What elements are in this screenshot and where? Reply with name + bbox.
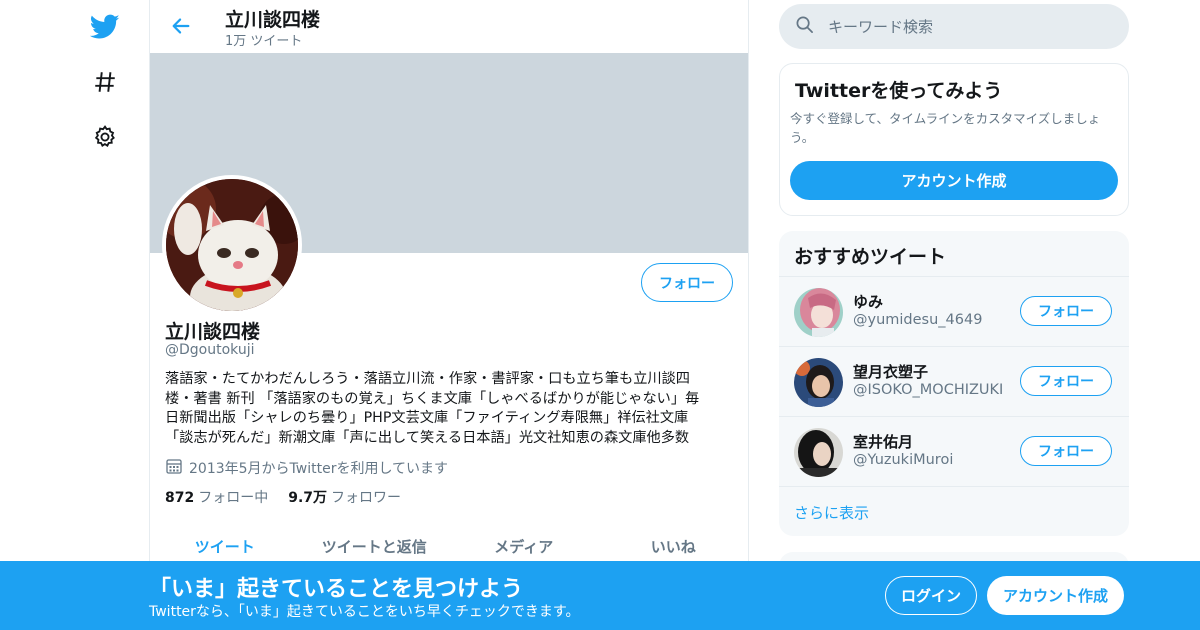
profile-stats: 872 フォロー中 9.7万 フォロワー	[165, 487, 401, 507]
bio-line: 楼・著書 新刊 「落語家のもの覚え」ちくま文庫「しゃべるばかりが能じゃない」毎	[165, 390, 700, 407]
search-icon	[795, 15, 814, 38]
profile-header: 立川談四楼 1万 ツイート	[150, 0, 748, 53]
recommended-user[interactable]: 望月衣塑子 @ISOKO_MOCHIZUKI フォロー	[779, 346, 1129, 416]
join-date: 2013年5月からTwitterを利用しています	[165, 457, 448, 479]
recommended-user[interactable]: ゆみ @yumidesu_4649 フォロー	[779, 276, 1129, 346]
recommended-card: おすすめツイート ゆみ @yumidesu_4649 フォロー 望月衣塑子 @I…	[779, 231, 1129, 536]
search-input[interactable]	[828, 17, 1118, 36]
prompt-title: 「いま」起きていることを見つけよう	[149, 577, 524, 602]
follow-button[interactable]: フォロー	[1020, 436, 1112, 466]
following-stat[interactable]: 872 フォロー中	[165, 487, 268, 507]
recommended-name: 望月衣塑子	[853, 363, 929, 381]
join-date-text: 2013年5月からTwitterを利用しています	[189, 461, 449, 477]
page-title: 立川談四楼	[225, 9, 321, 31]
followers-label: フォロワー	[331, 490, 402, 506]
following-label: フォロー中	[198, 490, 269, 506]
prompt-subtitle: Twitterなら、「いま」起きていることをいち早くチェックできます。	[149, 604, 580, 620]
show-more-link[interactable]: さらに表示	[779, 486, 1129, 536]
search-box	[779, 4, 1129, 49]
create-account-button[interactable]: アカウント作成	[790, 161, 1118, 200]
tweet-count: 1万 ツイート	[225, 34, 303, 49]
follow-button[interactable]: フォロー	[1020, 296, 1112, 326]
signup-prompt-bar: 「いま」起きていることを見つけよう Twitterなら、「いま」起きていることを…	[0, 561, 1200, 630]
back-arrow-icon[interactable]	[166, 11, 196, 41]
bio-line: 「談志が死んだ」新潮文庫「声に出して笑える日本語」光文社知恵の森文庫他多数	[165, 429, 690, 446]
calendar-icon	[165, 457, 183, 479]
recommended-title: おすすめツイート	[794, 246, 947, 268]
follow-button[interactable]: フォロー	[641, 263, 733, 302]
gear-icon[interactable]	[85, 117, 125, 157]
recommended-handle: @YuzukiMuroi	[853, 452, 954, 468]
recommended-handle: @ISOKO_MOCHIZUKI	[853, 382, 1004, 398]
profile-bio: 落語家・たてかわだんしろう・落語立川流・作家・書評家・口も立ち筆も立川談四 楼・…	[165, 370, 740, 448]
recommended-name: 室井佑月	[853, 433, 914, 451]
signup-description: 今すぐ登録して、タイムラインをカスタマイズしましょう。	[790, 111, 1101, 145]
signup-title: Twitterを使ってみよう	[795, 80, 1003, 102]
left-nav	[80, 0, 130, 630]
avatar[interactable]	[794, 358, 843, 407]
create-account-button[interactable]: アカウント作成	[987, 576, 1124, 615]
recommended-name: ゆみ	[853, 293, 884, 311]
avatar[interactable]	[162, 175, 302, 315]
profile-handle[interactable]: @Dgoutokuji	[165, 342, 255, 358]
avatar[interactable]	[794, 428, 843, 477]
app-root: 立川談四楼 1万 ツイート フォロー 立川談四楼 @Dgoutokuji 落語家…	[0, 0, 1200, 630]
followers-stat[interactable]: 9.7万 フォロワー	[288, 487, 401, 507]
profile-column: 立川談四楼 1万 ツイート フォロー 立川談四楼 @Dgoutokuji 落語家…	[149, 0, 749, 630]
recommended-handle: @yumidesu_4649	[853, 312, 983, 328]
signup-card: Twitterを使ってみよう 今すぐ登録して、タイムラインをカスタマイズしましょ…	[779, 63, 1129, 216]
bio-line: 落語家・たてかわだんしろう・落語立川流・作家・書評家・口も立ち筆も立川談四	[165, 371, 690, 387]
follow-button[interactable]: フォロー	[1020, 366, 1112, 396]
twitter-logo-icon[interactable]	[85, 7, 125, 47]
profile-name: 立川談四楼	[165, 321, 261, 343]
bio-line: 日新聞出版「シャレのち曇り」PHP文芸文庫「ファイティング寿限無」祥伝社文庫	[165, 410, 689, 426]
recommended-user[interactable]: 室井佑月 @YuzukiMuroi フォロー	[779, 416, 1129, 486]
avatar[interactable]	[794, 288, 843, 337]
followers-count: 9.7万	[288, 490, 328, 506]
following-count: 872	[165, 490, 195, 506]
login-button[interactable]: ログイン	[885, 576, 977, 615]
hashtag-icon[interactable]	[85, 62, 125, 102]
